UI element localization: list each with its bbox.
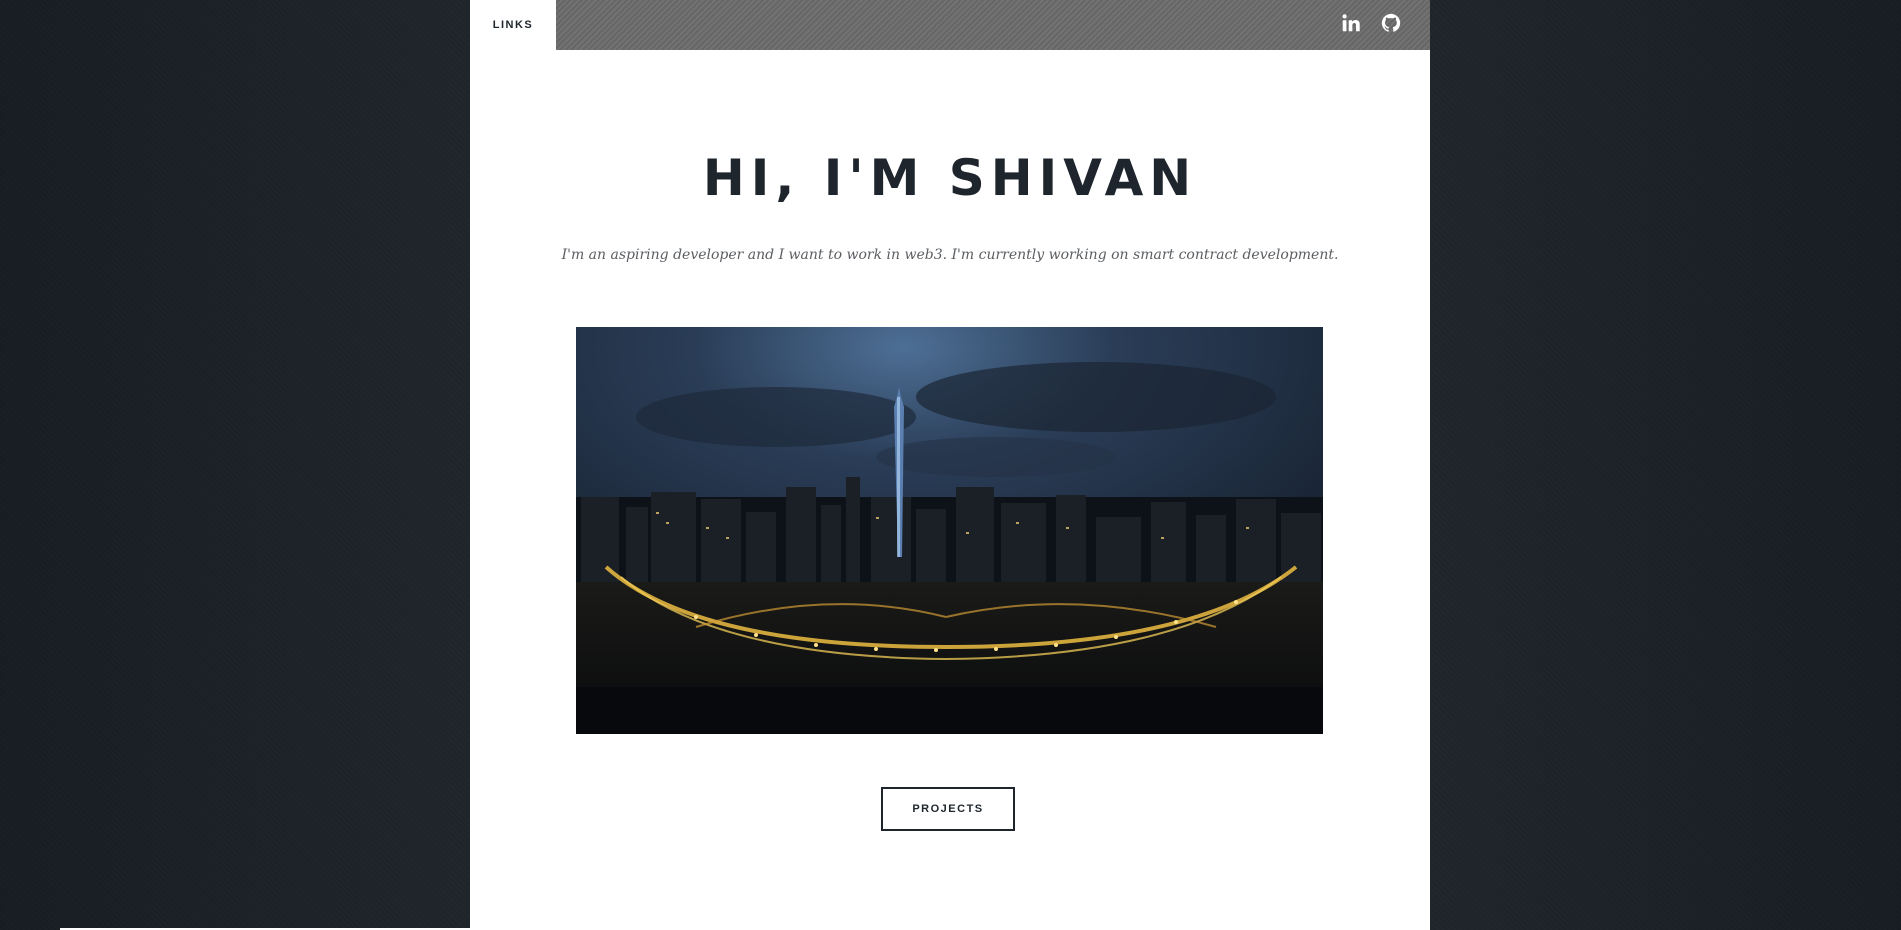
intro-subtitle: I'm an aspiring developer and I want to …	[561, 247, 1339, 263]
page-title: HI, I'M SHIVAN	[702, 149, 1198, 207]
projects-button[interactable]: PROJECTS	[881, 787, 1015, 831]
social-links	[1340, 12, 1402, 34]
links-tab[interactable]: LINKS	[470, 0, 556, 50]
github-icon[interactable]	[1380, 12, 1402, 34]
page-wrapper: LINKS HI, I'M SHIVAN I'm an aspiring dev…	[470, 0, 1430, 930]
linkedin-icon[interactable]	[1340, 12, 1362, 34]
top-navigation-bar: LINKS	[470, 0, 1430, 50]
hero-image-city-night	[576, 327, 1323, 734]
